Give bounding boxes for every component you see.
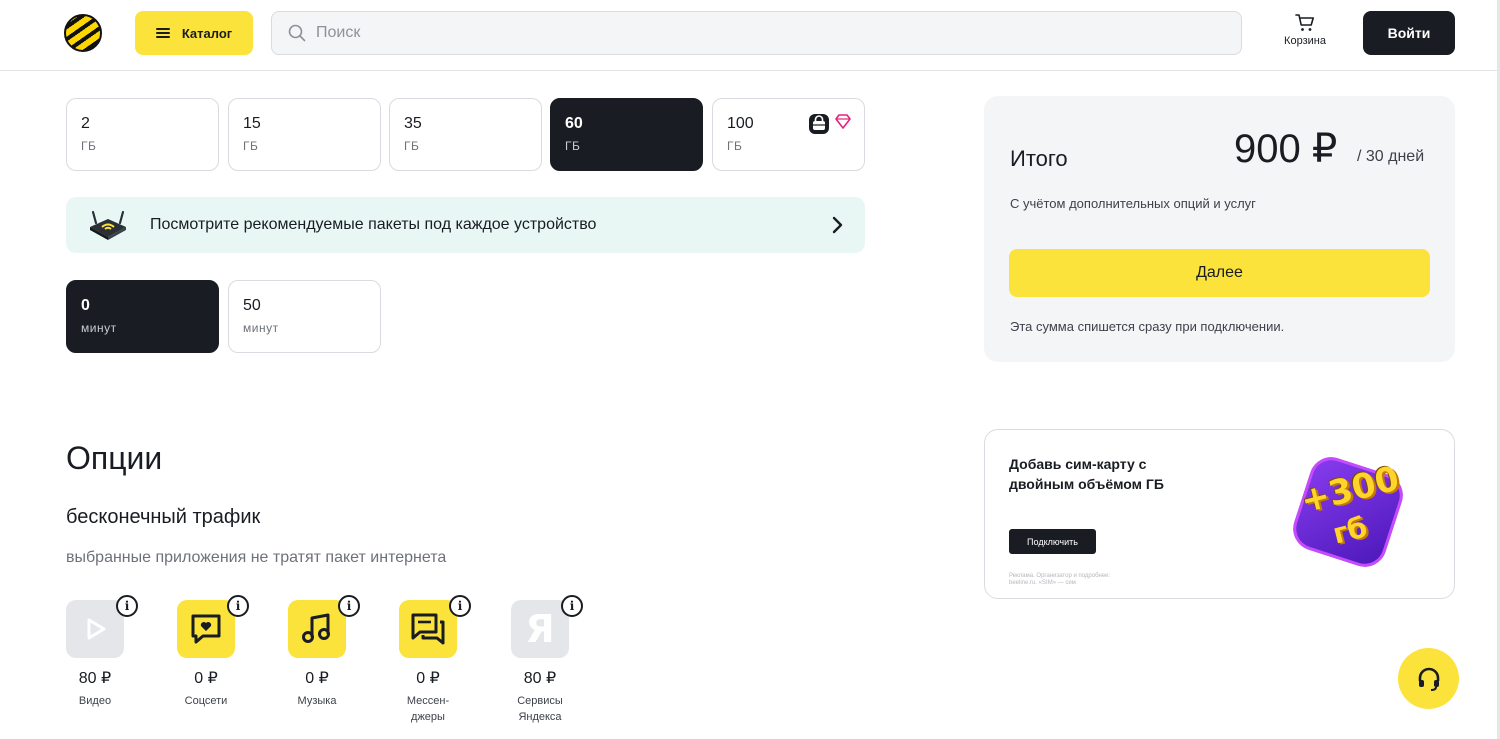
package-value: 35	[404, 115, 422, 132]
yandex-icon: Я	[525, 607, 555, 651]
support-chat-button[interactable]	[1398, 648, 1459, 709]
option-app-social[interactable]: i 0 ₽ Соцсети	[171, 595, 249, 709]
app-icon-tile	[288, 600, 346, 658]
package-badges	[808, 113, 852, 135]
next-button[interactable]: Далее	[1009, 249, 1430, 297]
recommended-packages-banner[interactable]: Посмотрите рекомендуемые пакеты под кажд…	[66, 197, 865, 253]
cart-label: Корзина	[1284, 35, 1326, 47]
package-value: 50	[243, 297, 261, 314]
ad-title: Добавь сим-карту с двойным объёмом ГБ	[1009, 456, 1164, 492]
chevron-right-icon	[832, 216, 843, 234]
app-name: Мессен- джеры	[406, 695, 450, 723]
headset-icon	[1418, 667, 1439, 691]
data-package-60gb[interactable]: 60 ГБ	[550, 98, 703, 171]
router-icon	[90, 210, 126, 240]
info-icon[interactable]: i	[561, 595, 583, 617]
messages-icon	[411, 613, 445, 645]
ad-300gb-illustration: +300 гб	[1287, 451, 1410, 573]
package-value: 15	[243, 115, 261, 132]
banner-text: Посмотрите рекомендуемые пакеты под кажд…	[150, 216, 597, 233]
package-unit: минут	[81, 321, 117, 335]
package-value: 0	[81, 297, 90, 314]
catalog-label: Каталог	[181, 25, 233, 41]
minutes-package-0[interactable]: 0 минут	[66, 280, 219, 353]
option-app-yandex[interactable]: Я i 80 ₽ Сервисы Яндекса	[505, 595, 583, 725]
app-name: Музыка	[297, 695, 337, 707]
package-value: 2	[81, 115, 90, 132]
data-package-35gb[interactable]: 35 ГБ	[389, 98, 542, 171]
summary-period: / 30 дней	[1357, 148, 1425, 165]
sim-card-ad[interactable]: Добавь сим-карту с двойным объёмом ГБ По…	[984, 429, 1455, 599]
search-input[interactable]	[316, 24, 1216, 42]
data-package-2gb[interactable]: 2 ГБ	[66, 98, 219, 171]
info-icon[interactable]: i	[116, 595, 138, 617]
app-icon-tile	[66, 600, 124, 658]
app-icon-tile	[399, 600, 457, 658]
app-name: Видео	[78, 695, 112, 707]
app-price: 0 ₽	[194, 670, 218, 687]
shop-bag-icon	[809, 114, 829, 134]
minutes-package-50[interactable]: 50 минут	[228, 280, 381, 353]
package-unit: ГБ	[81, 139, 97, 153]
ad-connect-button[interactable]: Подключить	[1009, 529, 1096, 554]
summary-title: Итого	[1010, 146, 1068, 171]
option-app-messengers[interactable]: i 0 ₽ Мессен- джеры	[393, 595, 471, 725]
ad-legal-text: Реклама. Организатор и подробнее: beelin…	[1009, 573, 1111, 586]
package-unit: ГБ	[404, 139, 420, 153]
catalog-button[interactable]: Каталог	[135, 11, 253, 55]
app-price: 80 ₽	[78, 670, 112, 687]
package-unit: ГБ	[243, 139, 259, 153]
top-header: Каталог Корзина Войти	[0, 0, 1500, 71]
search-box	[271, 11, 1242, 55]
app-name: Сервисы Яндекса	[517, 695, 563, 723]
play-icon	[87, 618, 106, 640]
option-app-music[interactable]: i 0 ₽ Музыка	[282, 595, 360, 709]
heart-chat-icon	[191, 614, 221, 644]
diamond-icon	[835, 114, 851, 129]
info-icon[interactable]: i	[227, 595, 249, 617]
app-price: 80 ₽	[523, 670, 557, 687]
info-icon[interactable]: i	[449, 595, 471, 617]
cart-icon	[1295, 14, 1314, 31]
summary-price: 900 ₽	[1234, 127, 1338, 171]
summary-footer: Эта сумма спишется сразу при подключении…	[1010, 319, 1285, 334]
cart-button[interactable]: Корзина	[1276, 14, 1334, 54]
package-unit: ГБ	[565, 139, 581, 153]
search-icon	[288, 24, 306, 42]
app-price: 0 ₽	[416, 670, 440, 687]
app-icon-tile	[177, 600, 235, 658]
package-value: 60	[565, 115, 583, 132]
data-package-15gb[interactable]: 15 ГБ	[228, 98, 381, 171]
login-button[interactable]: Войти	[1363, 11, 1455, 55]
beeline-logo[interactable]	[64, 14, 102, 52]
info-icon[interactable]: i	[338, 595, 360, 617]
order-summary: Итого 900 ₽ / 30 дней С учётом дополните…	[984, 96, 1455, 362]
app-price: 0 ₽	[305, 670, 329, 687]
app-name: Соцсети	[184, 695, 228, 707]
options-subheading: бесконечный трафик	[66, 506, 261, 528]
option-app-video[interactable]: i 80 ₽ Видео	[60, 595, 138, 709]
options-heading: Опции	[66, 440, 163, 476]
package-unit: минут	[243, 321, 279, 335]
package-unit: ГБ	[727, 139, 743, 153]
summary-note: С учётом дополнительных опций и услуг	[1010, 196, 1256, 211]
options-description: выбранные приложения не тратят пакет инт…	[66, 549, 447, 566]
music-note-icon	[302, 613, 330, 643]
menu-icon	[155, 28, 170, 38]
data-package-100gb[interactable]: 100 ГБ	[712, 98, 865, 171]
app-icon-tile: Я	[511, 600, 569, 658]
